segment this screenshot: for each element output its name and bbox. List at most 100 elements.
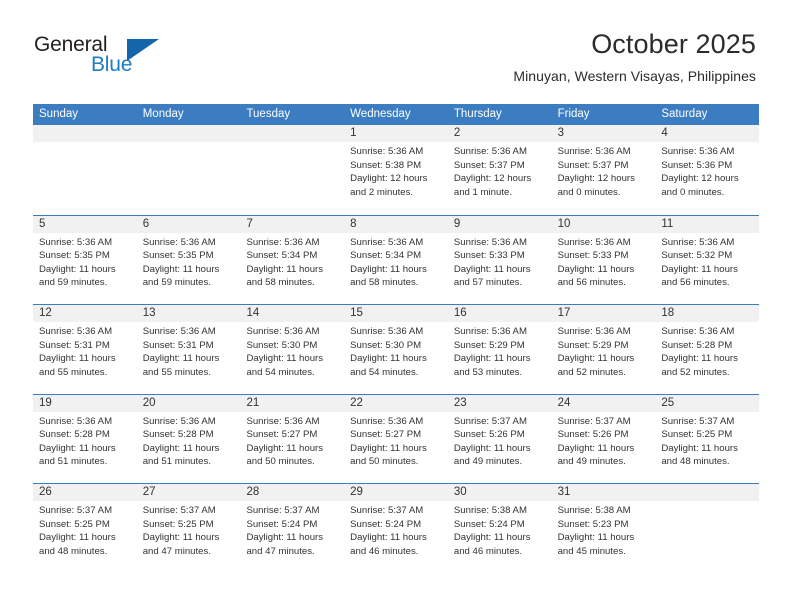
sunset-text: Sunset: 5:37 PM [453, 159, 525, 171]
day-number [655, 484, 760, 502]
calendar-day-cell[interactable]: 30 Sunrise: 5:38 AM Sunset: 5:24 PM Dayligh… [447, 484, 552, 573]
calendar-day-cell-empty [33, 125, 137, 215]
day-number: 13 [136, 305, 241, 323]
day-number: 5 [33, 215, 137, 233]
daylight-text-line1: Daylight: 11 hours [350, 263, 427, 275]
calendar-day-cell[interactable]: 26 Sunrise: 5:37 AM Sunset: 5:25 PM Dayligh… [33, 484, 137, 573]
day-number: 18 [655, 305, 760, 323]
sunrise-text: Sunrise: 5:36 AM [453, 146, 527, 157]
day-number: 2 [447, 125, 552, 142]
daylight-text-line2: and 58 minutes. [246, 277, 315, 289]
calendar-day-cell[interactable]: 28 Sunrise: 5:37 AM Sunset: 5:24 PM Dayligh… [240, 484, 345, 573]
day-number [33, 125, 137, 142]
day-number: 20 [136, 394, 241, 412]
day-details: Sunrise: 5:36 AM Sunset: 5:36 PM Daylight:… [655, 142, 759, 199]
calendar-day-cell[interactable]: 11 Sunrise: 5:36 AM Sunset: 5:32 PM Dayligh… [655, 215, 760, 305]
day-number: 16 [447, 305, 552, 323]
sunset-text: Sunset: 5:30 PM [246, 339, 318, 351]
day-number: 26 [33, 484, 137, 502]
day-details: Sunrise: 5:37 AM Sunset: 5:24 PM Daylight:… [344, 501, 448, 558]
daylight-text-line2: and 49 minutes. [453, 456, 523, 468]
day-number [240, 125, 345, 142]
sunrise-text: Sunrise: 5:37 AM [350, 505, 424, 517]
daylight-text-line1: Daylight: 11 hours [350, 532, 427, 544]
daylight-text-line2: and 55 minutes. [142, 366, 211, 378]
calendar-day-cell[interactable]: 1 Sunrise: 5:36 AM Sunset: 5:38 PM Daylight… [344, 125, 448, 215]
calendar-day-cell[interactable]: 6 Sunrise: 5:36 AM Sunset: 5:35 PM Daylight… [136, 215, 241, 305]
calendar-day-cell[interactable]: 29 Sunrise: 5:37 AM Sunset: 5:24 PM Dayligh… [344, 484, 448, 573]
calendar-day-cell[interactable]: 7 Sunrise: 5:36 AM Sunset: 5:34 PM Daylight… [240, 215, 345, 305]
calendar-week-row: 12 Sunrise: 5:36 AM Sunset: 5:31 PM Dayligh… [33, 304, 760, 394]
sunrise-text: Sunrise: 5:36 AM [142, 326, 216, 338]
day-number: 17 [551, 305, 656, 323]
calendar-day-cell[interactable]: 2 Sunrise: 5:36 AM Sunset: 5:37 PM Daylight… [447, 125, 552, 215]
calendar-day-cell[interactable]: 10 Sunrise: 5:36 AM Sunset: 5:33 PM Dayligh… [551, 215, 656, 305]
calendar-day-cell[interactable]: 13 Sunrise: 5:36 AM Sunset: 5:31 PM Dayligh… [136, 305, 241, 394]
daylight-text-line1: Daylight: 11 hours [453, 353, 531, 365]
sunset-text: Sunset: 5:35 PM [39, 250, 110, 262]
sunset-text: Sunset: 5:29 PM [453, 339, 525, 351]
calendar-day-cell[interactable]: 15 Sunrise: 5:36 AM Sunset: 5:30 PM Dayligh… [344, 305, 448, 394]
sunrise-text: Sunrise: 5:36 AM [557, 146, 631, 157]
calendar-week-row: 5 Sunrise: 5:36 AM Sunset: 5:35 PM Daylight… [33, 214, 760, 305]
calendar-day-cell[interactable]: 18 Sunrise: 5:36 AM Sunset: 5:28 PM Dayligh… [655, 305, 760, 394]
calendar-page: General Blue October 2025 Minuyan, Weste… [0, 0, 792, 612]
calendar-day-cell[interactable]: 5 Sunrise: 5:36 AM Sunset: 5:35 PM Daylight… [33, 215, 137, 305]
day-details: Sunrise: 5:36 AM Sunset: 5:35 PM Daylight:… [33, 233, 137, 290]
calendar-day-cell[interactable]: 27 Sunrise: 5:37 AM Sunset: 5:25 PM Dayligh… [136, 484, 241, 573]
day-details: Sunrise: 5:36 AM Sunset: 5:34 PM Daylight:… [240, 233, 344, 290]
sunrise-text: Sunrise: 5:36 AM [39, 326, 113, 338]
sunset-text: Sunset: 5:28 PM [39, 429, 110, 441]
calendar-day-cell[interactable]: 21 Sunrise: 5:36 AM Sunset: 5:27 PM Dayligh… [240, 394, 345, 484]
weekday-header-sunday: Sunday [39, 108, 79, 120]
sunset-text: Sunset: 5:36 PM [661, 159, 733, 171]
day-details: Sunrise: 5:36 AM Sunset: 5:28 PM Daylight:… [655, 322, 759, 379]
day-details: Sunrise: 5:38 AM Sunset: 5:24 PM Daylight:… [448, 501, 552, 558]
day-number: 14 [240, 305, 345, 323]
calendar-day-cell[interactable]: 24 Sunrise: 5:37 AM Sunset: 5:26 PM Dayligh… [551, 394, 656, 484]
weekday-header-wednesday: Wednesday [350, 108, 411, 120]
daylight-text-line2: and 57 minutes. [453, 277, 523, 289]
sunset-text: Sunset: 5:34 PM [350, 250, 422, 262]
calendar-day-cell[interactable]: 14 Sunrise: 5:36 AM Sunset: 5:30 PM Dayligh… [240, 305, 345, 394]
calendar-day-cell[interactable]: 31 Sunrise: 5:38 AM Sunset: 5:23 PM Dayligh… [551, 484, 656, 573]
day-number: 23 [447, 394, 552, 412]
calendar-day-cell[interactable]: 4 Sunrise: 5:36 AM Sunset: 5:36 PM Daylight… [655, 125, 760, 215]
sunrise-text: Sunrise: 5:36 AM [350, 236, 424, 248]
sunset-text: Sunset: 5:24 PM [350, 518, 422, 530]
sunrise-text: Sunrise: 5:37 AM [453, 415, 527, 427]
daylight-text-line1: Daylight: 11 hours [246, 532, 324, 544]
day-number: 11 [655, 215, 760, 233]
daylight-text-line1: Daylight: 11 hours [661, 353, 738, 365]
calendar-day-cell[interactable]: 16 Sunrise: 5:36 AM Sunset: 5:29 PM Dayligh… [447, 305, 552, 394]
day-details: Sunrise: 5:37 AM Sunset: 5:25 PM Daylight:… [137, 501, 241, 558]
day-number: 6 [136, 215, 241, 233]
calendar-day-cell[interactable]: 22 Sunrise: 5:36 AM Sunset: 5:27 PM Dayligh… [344, 394, 448, 484]
calendar-day-cell[interactable]: 17 Sunrise: 5:36 AM Sunset: 5:29 PM Dayligh… [551, 305, 656, 394]
day-details: Sunrise: 5:36 AM Sunset: 5:30 PM Daylight:… [344, 322, 448, 379]
calendar-day-cell[interactable]: 12 Sunrise: 5:36 AM Sunset: 5:31 PM Dayligh… [33, 305, 137, 394]
weekday-header-saturday: Saturday [661, 108, 708, 120]
calendar-day-cell[interactable]: 3 Sunrise: 5:36 AM Sunset: 5:37 PM Daylight… [551, 125, 656, 215]
page-subtitle: Minuyan, Western Visayas, Philippines [513, 68, 756, 84]
day-number: 3 [551, 125, 656, 142]
day-number: 7 [240, 215, 345, 233]
calendar-day-cell[interactable]: 23 Sunrise: 5:37 AM Sunset: 5:26 PM Dayligh… [447, 394, 552, 484]
sunset-text: Sunset: 5:23 PM [557, 518, 629, 530]
day-details: Sunrise: 5:36 AM Sunset: 5:35 PM Daylight:… [137, 233, 241, 290]
sunrise-text: Sunrise: 5:36 AM [246, 236, 320, 248]
calendar-day-cell[interactable]: 8 Sunrise: 5:36 AM Sunset: 5:34 PM Daylight… [344, 215, 448, 305]
day-number: 31 [551, 484, 656, 502]
calendar-day-cell[interactable]: 25 Sunrise: 5:37 AM Sunset: 5:25 PM Dayligh… [655, 394, 760, 484]
sunset-text: Sunset: 5:24 PM [246, 518, 318, 530]
calendar-day-cell[interactable]: 9 Sunrise: 5:36 AM Sunset: 5:33 PM Daylight… [447, 215, 552, 305]
calendar-day-cell[interactable]: 19 Sunrise: 5:36 AM Sunset: 5:28 PM Dayligh… [33, 394, 137, 484]
sunrise-text: Sunrise: 5:37 AM [39, 505, 113, 517]
generalblue-logo[interactable]: General Blue [34, 33, 214, 81]
calendar-day-cell[interactable]: 20 Sunrise: 5:36 AM Sunset: 5:28 PM Dayligh… [136, 394, 241, 484]
daylight-text-line2: and 54 minutes. [350, 366, 419, 378]
day-details: Sunrise: 5:37 AM Sunset: 5:26 PM Daylight:… [448, 412, 552, 469]
sunset-text: Sunset: 5:33 PM [453, 250, 525, 262]
daylight-text-line1: Daylight: 11 hours [39, 442, 116, 454]
daylight-text-line2: and 54 minutes. [246, 366, 315, 378]
